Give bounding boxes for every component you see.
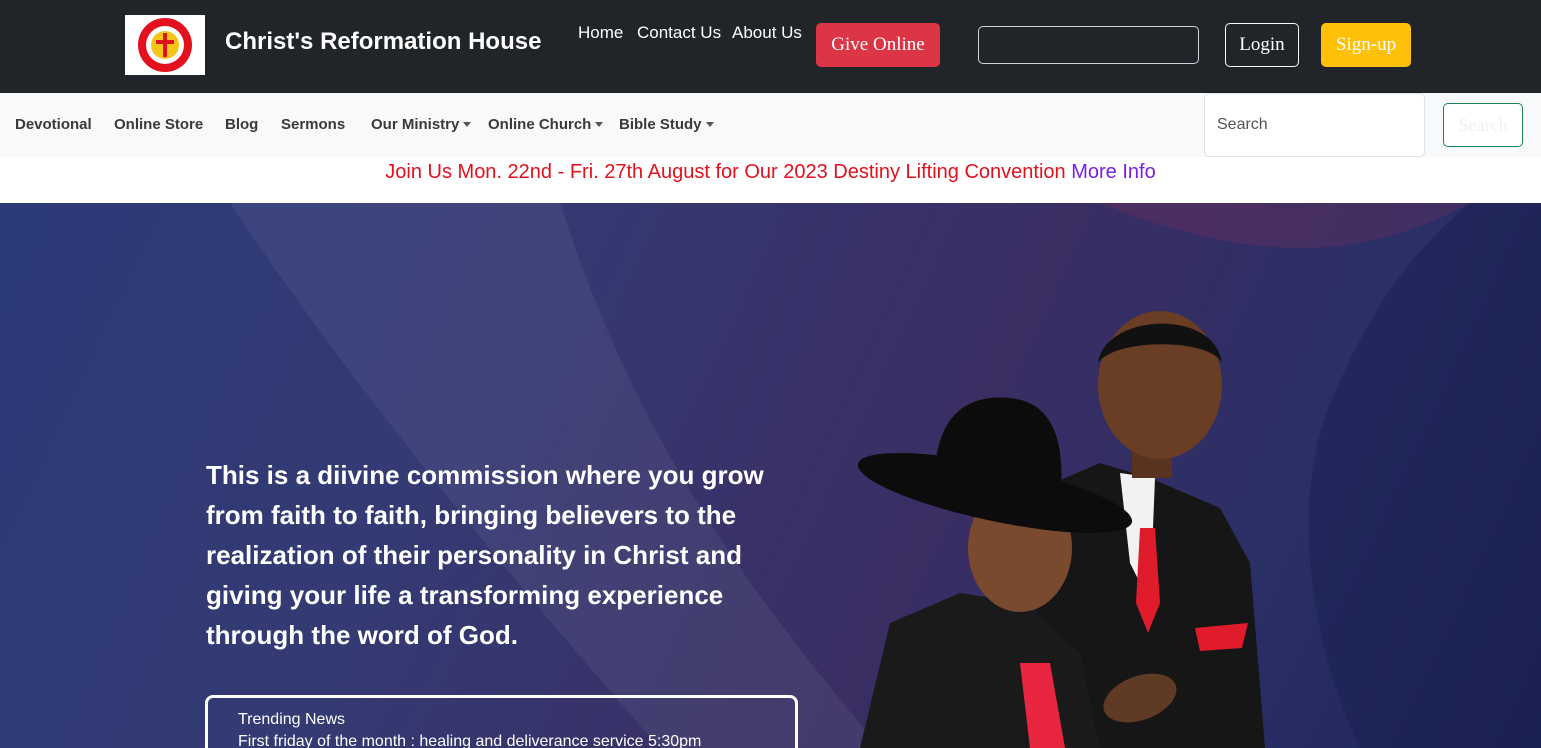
nav-home[interactable]: Home	[578, 23, 623, 43]
nav-online-church-dropdown[interactable]: Online Church	[488, 116, 604, 133]
nav-bible-study-dropdown[interactable]: Bible Study	[619, 116, 714, 133]
give-online-button[interactable]: Give Online	[816, 23, 940, 67]
nav-our-ministry-label: Our Ministry	[371, 116, 460, 133]
hero-section: This is a diivine commission where you g…	[0, 203, 1541, 748]
nav-devotional[interactable]: Devotional	[15, 116, 92, 133]
trending-news-title: Trending News	[238, 711, 346, 728]
caret-down-icon	[595, 122, 604, 127]
more-info-link[interactable]: More Info	[1071, 161, 1155, 183]
trending-news-item[interactable]: First friday of the month : healing and …	[238, 731, 795, 748]
nav-contact-us[interactable]: Contact Us	[637, 23, 721, 43]
trending-news-box: Trending News First friday of the month …	[205, 695, 798, 748]
church-logo[interactable]	[125, 15, 205, 75]
nav-about-us[interactable]: About Us	[732, 23, 802, 43]
caret-down-icon	[463, 122, 472, 127]
site-brand[interactable]: Christ's Reformation House	[225, 28, 541, 56]
pastors-photo	[850, 303, 1350, 748]
secondary-navbar: Devotional Online Store Blog Sermons Our…	[0, 93, 1541, 157]
search-input[interactable]	[1204, 93, 1425, 157]
nav-blog[interactable]: Blog	[225, 116, 258, 133]
top-navbar: Christ's Reformation House Home Contact …	[0, 0, 1541, 93]
nav-our-ministry-dropdown[interactable]: Our Ministry	[371, 116, 472, 133]
top-search-field[interactable]	[978, 26, 1199, 64]
caret-down-icon	[705, 122, 714, 127]
login-button[interactable]: Login	[1225, 23, 1299, 67]
nav-online-store[interactable]: Online Store	[114, 116, 203, 133]
announcement-text: Join Us Mon. 22nd - Fri. 27th August for…	[385, 161, 1066, 183]
search-button[interactable]: Search	[1443, 103, 1523, 147]
nav-bible-study-label: Bible Study	[619, 116, 702, 133]
signup-button[interactable]: Sign-up	[1321, 23, 1411, 67]
hero-statement: This is a diivine commission where you g…	[206, 460, 764, 650]
nav-online-church-label: Online Church	[488, 116, 592, 133]
nav-sermons[interactable]: Sermons	[281, 116, 345, 133]
announcement-bar: Join Us Mon. 22nd - Fri. 27th August for…	[0, 157, 1541, 203]
